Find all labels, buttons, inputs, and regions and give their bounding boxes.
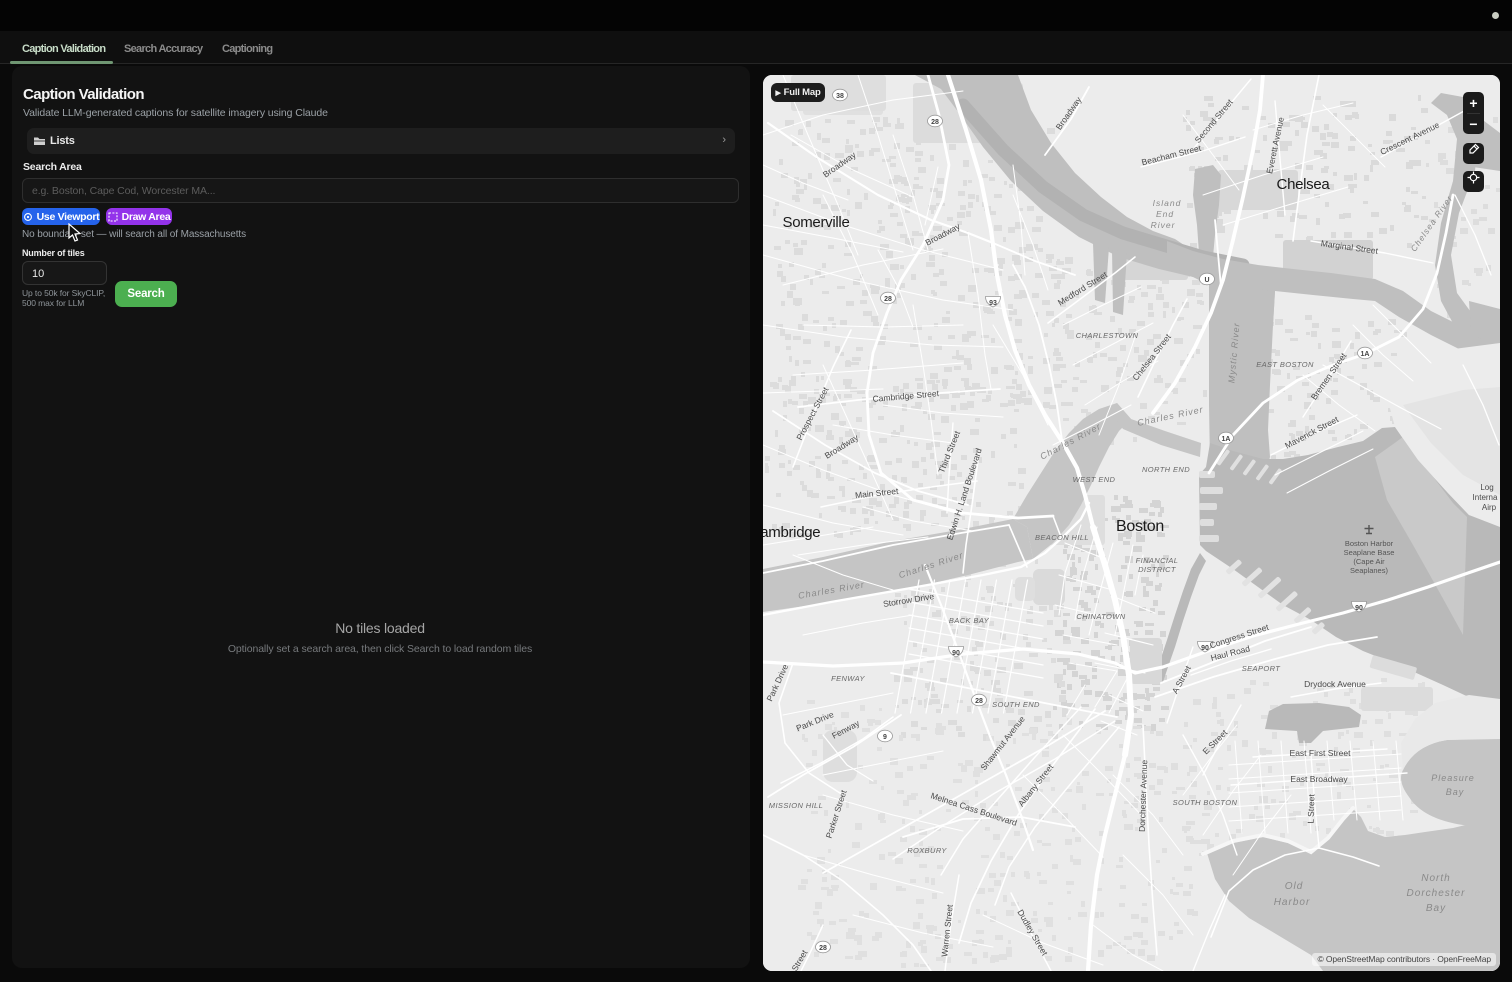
svg-text:FINANCIAL: FINANCIAL [1136, 556, 1179, 565]
svg-text:1A: 1A [1222, 436, 1231, 443]
svg-text:U: U [1204, 277, 1209, 284]
svg-text:93: 93 [989, 300, 997, 307]
svg-text:SEAPORT: SEAPORT [1242, 664, 1282, 673]
svg-text:Airp: Airp [1482, 503, 1497, 512]
svg-text:9: 9 [883, 734, 887, 741]
svg-text:(Cape Air: (Cape Air [1353, 557, 1385, 566]
svg-text:River: River [1151, 220, 1176, 230]
svg-text:Interna: Interna [1473, 493, 1498, 502]
svg-text:Cambridge: Cambridge [763, 524, 820, 541]
svg-text:Boston: Boston [1116, 518, 1164, 535]
svg-text:BEACON HILL: BEACON HILL [1035, 533, 1089, 542]
svg-text:Bay: Bay [1426, 903, 1446, 914]
svg-text:L Street: L Street [1305, 793, 1316, 823]
svg-text:MISSION HILL: MISSION HILL [769, 801, 823, 810]
svg-text:28: 28 [931, 119, 939, 126]
svg-text:CHARLESTOWN: CHARLESTOWN [1076, 331, 1139, 340]
svg-text:Pleasure: Pleasure [1431, 773, 1475, 783]
svg-text:28: 28 [819, 945, 827, 952]
svg-text:Dorchester: Dorchester [1407, 888, 1466, 899]
svg-text:ROXBURY: ROXBURY [907, 846, 947, 855]
svg-text:Bay: Bay [1446, 787, 1465, 797]
svg-text:DISTRICT: DISTRICT [1138, 565, 1177, 574]
svg-text:EAST BOSTON: EAST BOSTON [1256, 360, 1314, 369]
svg-text:End: End [1156, 209, 1174, 219]
svg-text:FENWAY: FENWAY [831, 674, 865, 683]
svg-text:Seaplanes): Seaplanes) [1350, 566, 1388, 575]
svg-text:1A: 1A [1361, 351, 1370, 358]
svg-text:Seaplane Base: Seaplane Base [1344, 548, 1395, 557]
svg-text:Somerville: Somerville [782, 214, 849, 231]
svg-text:East Broadway: East Broadway [1290, 774, 1348, 784]
svg-text:Log: Log [1480, 483, 1493, 492]
svg-text:North: North [1421, 873, 1450, 884]
svg-text:SOUTH BOSTON: SOUTH BOSTON [1173, 798, 1238, 807]
svg-text:38: 38 [836, 93, 844, 100]
svg-text:Island: Island [1153, 198, 1182, 208]
svg-text:90: 90 [1355, 605, 1363, 612]
svg-text:Harbor: Harbor [1274, 897, 1311, 908]
svg-text:28: 28 [884, 296, 892, 303]
svg-text:BACK BAY: BACK BAY [949, 616, 990, 625]
svg-text:SOUTH END: SOUTH END [992, 700, 1040, 709]
svg-text:WEST END: WEST END [1073, 475, 1116, 484]
svg-text:Chelsea: Chelsea [1277, 176, 1331, 193]
svg-text:Old: Old [1285, 881, 1304, 892]
svg-text:Boston Harbor: Boston Harbor [1345, 539, 1394, 548]
svg-text:90: 90 [1201, 645, 1209, 652]
svg-text:28: 28 [975, 698, 983, 705]
svg-text:90: 90 [952, 650, 960, 657]
svg-text:East First Street: East First Street [1290, 748, 1352, 758]
svg-text:Drydock Avenue: Drydock Avenue [1304, 679, 1366, 689]
svg-text:NORTH END: NORTH END [1142, 465, 1190, 474]
svg-text:CHINATOWN: CHINATOWN [1076, 612, 1125, 621]
